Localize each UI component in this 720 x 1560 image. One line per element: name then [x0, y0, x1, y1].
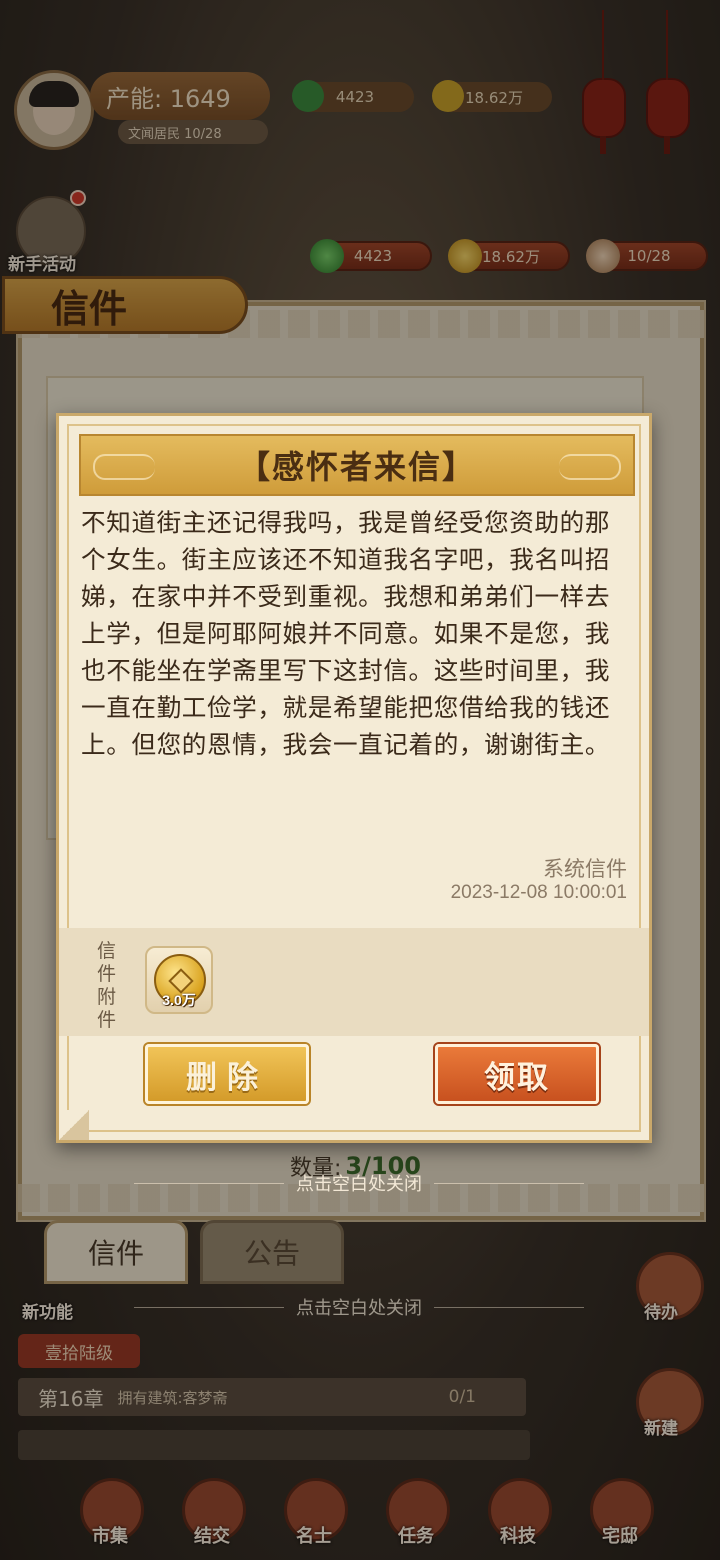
attachment-item[interactable]: 3.0万 [145, 946, 213, 1014]
letter-sender: 系统信件 [543, 857, 627, 881]
letter-dialog: 【感怀者来信】 不知道街主还记得我吗，我是曾经受您资助的那个女生。街主应该还不知… [56, 413, 652, 1143]
delete-button[interactable]: 删除 [145, 1044, 309, 1104]
close-hint[interactable]: 点击空白处关闭 [134, 1170, 584, 1196]
letter-header: 【感怀者来信】 [79, 434, 635, 496]
claim-button[interactable]: 领取 [435, 1044, 599, 1104]
attachment-amount: 3.0万 [162, 992, 196, 1008]
letter-date: 2023-12-08 10:00:01 [450, 882, 627, 903]
letter-title: 【感怀者来信】 [237, 448, 476, 486]
letter-body: 不知道街主还记得我吗，我是曾经受您资助的那个女生。街主应该还不知道我名字吧，我名… [81, 508, 611, 759]
page-fold [59, 1110, 89, 1140]
attachment-label: 信件附件 [97, 940, 117, 1031]
